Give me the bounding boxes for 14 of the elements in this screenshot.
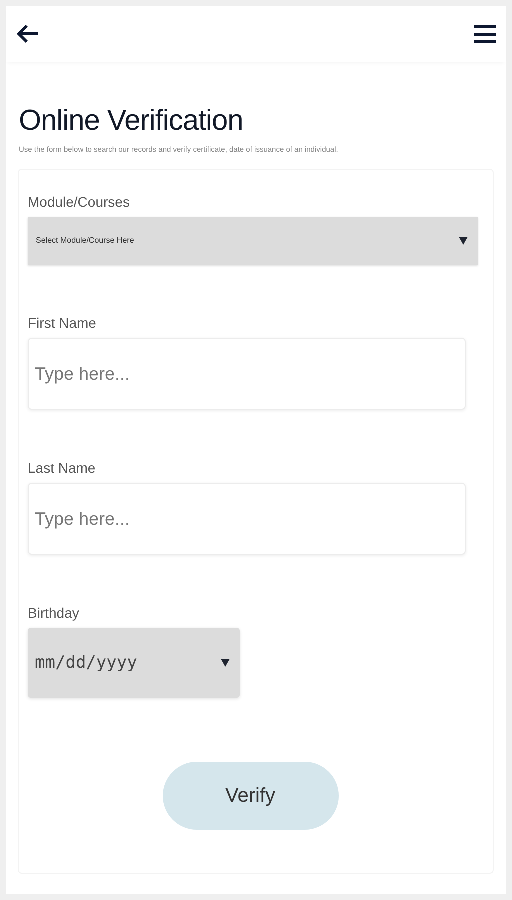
field-label: First Name <box>28 314 98 334</box>
text-input-field[interactable]: Type here... <box>28 338 466 410</box>
dropdown-caret-icon <box>221 659 230 668</box>
menu-icon[interactable] <box>474 24 496 44</box>
field-label: Last Name <box>28 459 97 478</box>
verify-button[interactable]: Verify <box>162 762 338 830</box>
field-label: Module/Courses <box>28 193 131 212</box>
dropdown-caret-icon <box>459 237 468 246</box>
back-arrow-icon[interactable] <box>16 23 40 45</box>
field-label: Birthday <box>28 604 80 624</box>
course-select[interactable]: Select Module/Course Here <box>28 217 478 266</box>
text-input-field[interactable]: Type here... <box>28 483 466 556</box>
date-picker-field[interactable]: mm/dd/yyyy <box>28 628 240 698</box>
page-title: Online Verification <box>19 104 244 138</box>
